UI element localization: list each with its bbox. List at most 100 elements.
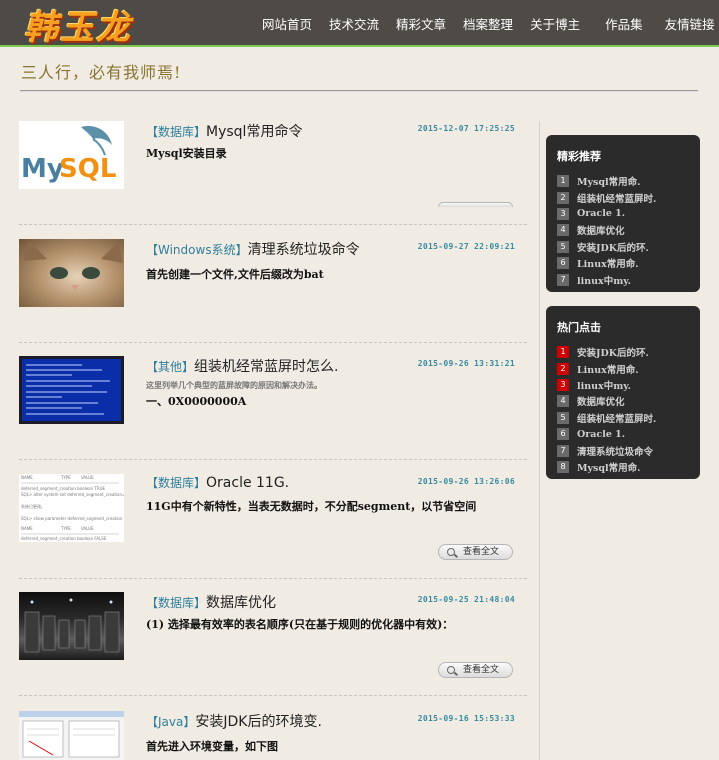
recommend-item[interactable]: 6 Linux常用命.	[557, 255, 700, 271]
article-thumbnail[interactable]	[19, 711, 124, 760]
article-category[interactable]: 【Java】	[146, 715, 195, 729]
hot-link[interactable]: 安装JDK后的环.	[577, 345, 649, 359]
svg-text:deferred_segment_creation bo: deferred_segment_creation boolean TRUE	[21, 486, 106, 491]
magnifier-icon	[447, 666, 455, 674]
article-summary: 首先创建一个文件,文件后缀改为bat	[146, 268, 324, 281]
article-category[interactable]: 【数据库】	[146, 125, 206, 139]
article-title[interactable]: 【Windows系统】清理系统垃圾命令	[146, 239, 360, 259]
read-more-button[interactable]: 查看全文	[438, 662, 513, 678]
motto-divider	[20, 90, 698, 92]
nav-works[interactable]: 作品集	[605, 0, 643, 47]
article-category[interactable]: 【数据库】	[146, 596, 206, 610]
article-thumbnail[interactable]	[19, 592, 124, 660]
nav-tech[interactable]: 技术交流	[329, 0, 379, 47]
article-item: 【Java】安装JDK后的环境变. 2015-09-16 15:53:33 首先…	[19, 711, 527, 760]
magnifier-icon	[447, 548, 455, 556]
article-name[interactable]: Oracle 11G.	[206, 475, 289, 491]
rank-number: 1	[557, 346, 569, 359]
hot-item[interactable]: 2 Linux常用命.	[557, 360, 700, 376]
svg-text:My: My	[21, 154, 64, 184]
article-name[interactable]: 清理系统垃圾命令	[248, 242, 360, 258]
read-more-button[interactable]: 查看全文	[438, 544, 513, 560]
hot-clicks-list: 1 安装JDK后的环. 2 Linux常用命. 3 linux中my. 4 数据库优化 …	[557, 344, 700, 475]
recommend-link[interactable]: linux中my.	[577, 273, 631, 287]
rank-number: 3	[557, 207, 569, 220]
article-name[interactable]: 安装JDK后的环境变.	[195, 714, 322, 730]
svg-text:SQL> alter system set deferred: SQL> alter system set deferred_segment_c…	[21, 492, 124, 497]
rank-number: 7	[557, 444, 569, 457]
rank-number: 5	[557, 411, 569, 424]
recommend-item[interactable]: 2 组装机经常蓝屏时.	[557, 189, 700, 205]
article-category[interactable]: 【数据库】	[146, 476, 206, 490]
article-item: 【数据库】数据库优化 2015-09-25 21:48:04 (1) 选择最有效…	[19, 592, 527, 696]
article-thumbnail[interactable]: NAME TYPE VALUE deferred_segment_creation …	[19, 474, 124, 542]
hot-item[interactable]: 8 Mysql常用命.	[557, 459, 700, 475]
rank-number: 5	[557, 240, 569, 253]
nav-about[interactable]: 关于博主	[530, 0, 580, 47]
recommend-link[interactable]: 安装JDK后的环.	[577, 240, 649, 254]
hot-link[interactable]: Mysql常用命.	[577, 460, 640, 474]
hot-link[interactable]: 组装机经常蓝屏时.	[577, 411, 656, 425]
hot-link[interactable]: linux中my.	[577, 378, 631, 392]
nav-archive[interactable]: 档案整理	[463, 0, 513, 47]
rank-number: 8	[557, 460, 569, 473]
article-name[interactable]: Mysql常用命令	[206, 124, 302, 140]
article-thumbnail[interactable]	[19, 239, 124, 307]
article-summary: Mysql安装目录	[146, 147, 227, 160]
article-name[interactable]: 数据库优化	[206, 595, 276, 611]
recommend-link[interactable]: 数据库优化	[577, 223, 625, 237]
hot-link[interactable]: 数据库优化	[577, 394, 625, 408]
recommend-link[interactable]: 组装机经常蓝屏时.	[577, 191, 656, 205]
content-divider	[539, 121, 540, 760]
article-date: 2015-12-07 17:25:25	[417, 124, 515, 133]
site-logo[interactable]: 韩玉龙	[24, 3, 132, 48]
svg-text:NAME: NAME	[21, 475, 33, 480]
recommend-item[interactable]: 5 安装JDK后的环.	[557, 239, 700, 255]
hot-item[interactable]: 5 组装机经常蓝屏时.	[557, 410, 700, 426]
nav-home[interactable]: 网站首页	[262, 0, 312, 47]
recommend-item[interactable]: 7 linux中my.	[557, 271, 700, 287]
read-more-button[interactable]	[438, 202, 513, 207]
rank-number: 6	[557, 257, 569, 270]
recommend-link[interactable]: Oracle 1.	[577, 208, 625, 219]
recommend-list: 1 Mysql常用命. 2 组装机经常蓝屏时. 3 Oracle 1. 4 数据库优化 …	[557, 173, 700, 288]
main-nav: 网站首页 技术交流 精彩文章 档案整理 关于博主 作品集 友情链接	[262, 0, 719, 47]
article-category[interactable]: 【其他】	[146, 360, 194, 374]
article-name[interactable]: 组装机经常蓝屏时怎么.	[194, 359, 338, 375]
recommend-item[interactable]: 4 数据库优化	[557, 222, 700, 238]
article-summary: 11G中有个新特性，当表无数据时，不分配segment，以节省空间	[146, 500, 477, 513]
nav-articles[interactable]: 精彩文章	[396, 0, 446, 47]
recommend-item[interactable]: 1 Mysql常用命.	[557, 173, 700, 189]
rank-number: 2	[557, 191, 569, 204]
hot-item[interactable]: 3 linux中my.	[557, 377, 700, 393]
article-title[interactable]: 【其他】组装机经常蓝屏时怎么.	[146, 356, 338, 376]
article-date: 2015-09-26 13:26:06	[417, 477, 515, 486]
article-title[interactable]: 【数据库】Mysql常用命令	[146, 121, 302, 141]
rank-number: 1	[557, 175, 569, 188]
hot-item[interactable]: 1 安装JDK后的环.	[557, 344, 700, 360]
recommend-item[interactable]: 3 Oracle 1.	[557, 206, 700, 222]
svg-text:SQL: SQL	[59, 154, 116, 184]
logo-text: 韩玉龙	[24, 7, 132, 48]
recommend-link[interactable]: Linux常用命.	[577, 256, 639, 270]
article-title[interactable]: 【数据库】数据库优化	[146, 592, 276, 612]
svg-text:VALUE: VALUE	[81, 475, 94, 480]
article-summary: 一、0X0000000A	[146, 395, 247, 408]
hot-link[interactable]: 清理系统垃圾命令	[577, 444, 653, 458]
article-title[interactable]: 【Java】安装JDK后的环境变.	[146, 711, 322, 731]
hot-item[interactable]: 6 Oracle 1.	[557, 426, 700, 442]
article-thumbnail[interactable]: My SQL	[19, 121, 124, 189]
hot-link[interactable]: Linux常用命.	[577, 362, 639, 376]
article-thumbnail[interactable]	[19, 356, 124, 424]
recommend-link[interactable]: Mysql常用命.	[577, 174, 640, 188]
article-title[interactable]: 【数据库】Oracle 11G.	[146, 474, 289, 491]
hot-item[interactable]: 4 数据库优化	[557, 393, 700, 409]
hot-item[interactable]: 7 清理系统垃圾命令	[557, 442, 700, 458]
svg-text:VALUE: VALUE	[81, 526, 94, 531]
hot-link[interactable]: Oracle 1.	[577, 429, 625, 440]
nav-links[interactable]: 友情链接	[665, 0, 715, 47]
article-date: 2015-09-26 13:31:21	[417, 359, 515, 368]
site-header: 韩玉龙 网站首页 技术交流 精彩文章 档案整理 关于博主 作品集 友情链接	[0, 0, 719, 48]
article-category[interactable]: 【Windows系统】	[146, 243, 248, 257]
hot-clicks-title: 热门点击	[557, 321, 601, 334]
